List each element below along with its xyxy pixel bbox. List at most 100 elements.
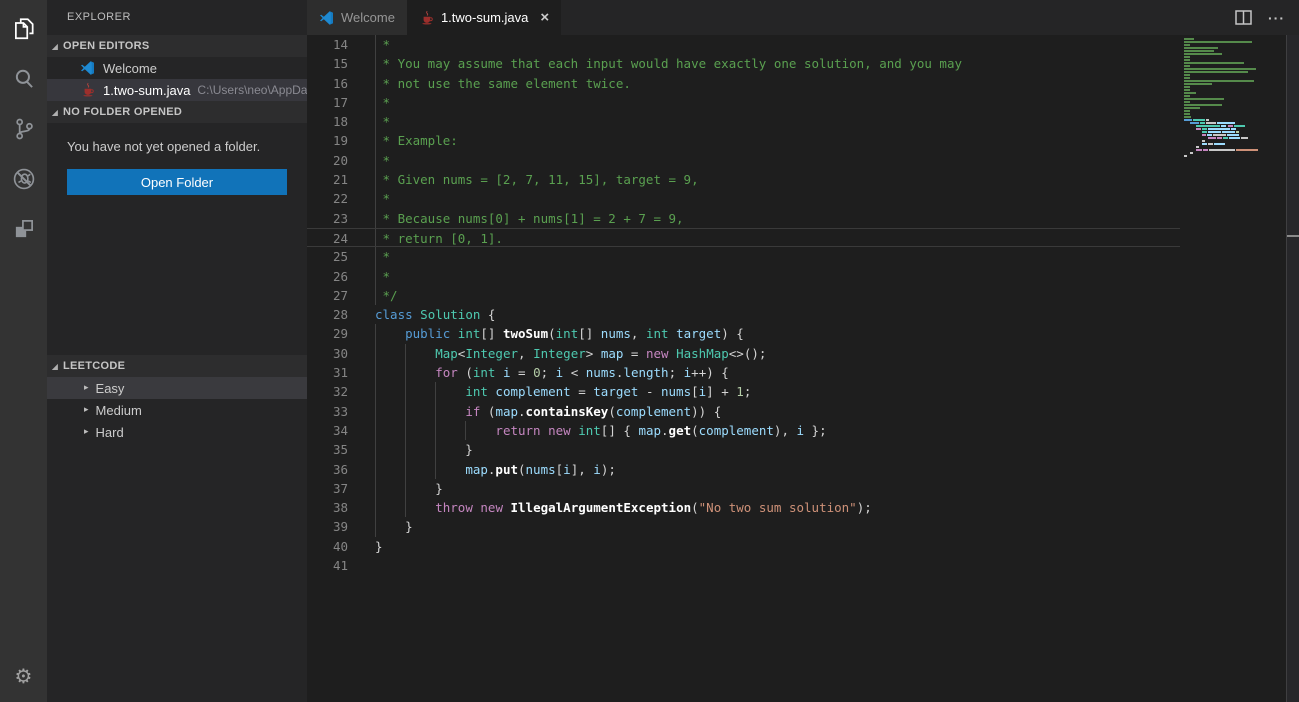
activity-search-button[interactable]: [0, 54, 47, 104]
code-line-38[interactable]: 38 throw new IllegalArgumentException("N…: [307, 498, 1180, 517]
vscode-icon: [80, 60, 96, 76]
line-number[interactable]: 19: [307, 131, 348, 150]
code-line-23[interactable]: 23 * Because nums[0] + nums[1] = 2 + 7 =…: [307, 209, 1180, 228]
code-text: int complement = target - nums[i] + 1;: [375, 382, 751, 401]
line-number[interactable]: 24: [307, 229, 348, 248]
leetcode-item-easy-label: Easy: [96, 381, 125, 396]
line-number[interactable]: 18: [307, 112, 348, 131]
split-editor-button[interactable]: [1235, 10, 1252, 25]
close-icon[interactable]: ×: [540, 10, 549, 25]
line-number[interactable]: 21: [307, 170, 348, 189]
section-no-folder-label: NO FOLDER OPENED: [63, 106, 182, 118]
minimap-row: [1180, 50, 1285, 52]
line-number[interactable]: 28: [307, 305, 348, 324]
line-number[interactable]: 17: [307, 93, 348, 112]
code-line-41[interactable]: 41: [307, 556, 1180, 575]
twistie-icon: ◢: [47, 362, 63, 371]
line-number[interactable]: 35: [307, 440, 348, 459]
section-open-editors[interactable]: ◢ OPEN EDITORS: [47, 35, 307, 57]
code-line-18[interactable]: 18 *: [307, 112, 1180, 131]
overview-ruler[interactable]: [1286, 35, 1299, 702]
code-line-27[interactable]: 27 */: [307, 286, 1180, 305]
java-icon: [80, 82, 96, 98]
code-line-14[interactable]: 14 *: [307, 35, 1180, 54]
line-number[interactable]: 14: [307, 35, 348, 54]
code-line-37[interactable]: 37 }: [307, 479, 1180, 498]
line-number[interactable]: 39: [307, 517, 348, 536]
code-line-28[interactable]: 28class Solution {: [307, 305, 1180, 324]
minimap-row: [1180, 116, 1285, 118]
editor-actions: ···: [1235, 0, 1299, 35]
line-number[interactable]: 23: [307, 209, 348, 228]
code-line-34[interactable]: 34 return new int[] { map.get(complement…: [307, 421, 1180, 440]
line-number[interactable]: 26: [307, 267, 348, 286]
line-number[interactable]: 30: [307, 344, 348, 363]
minimap-row: [1180, 59, 1285, 61]
code-text: public int[] twoSum(int[] nums, int targ…: [375, 324, 744, 343]
leetcode-item-hard[interactable]: ▸ Hard: [47, 421, 307, 443]
code-line-40[interactable]: 40}: [307, 537, 1180, 556]
tab-two-sum[interactable]: 1.two-sum.java ×: [407, 0, 561, 35]
activity-explorer-button[interactable]: [0, 4, 47, 54]
code-line-24[interactable]: 24 * return [0, 1].: [307, 228, 1180, 247]
code-line-21[interactable]: 21 * Given nums = [2, 7, 11, 15], target…: [307, 170, 1180, 189]
section-leetcode-label: LEETCODE: [63, 360, 125, 372]
code-line-16[interactable]: 16 * not use the same element twice.: [307, 74, 1180, 93]
code-line-39[interactable]: 39 }: [307, 517, 1180, 536]
line-number[interactable]: 33: [307, 402, 348, 421]
sidebar-explorer: EXPLORER ◢ OPEN EDITORS Welcome: [47, 0, 307, 702]
code-line-33[interactable]: 33 if (map.containsKey(complement)) {: [307, 402, 1180, 421]
line-number[interactable]: 36: [307, 460, 348, 479]
code-line-26[interactable]: 26 *: [307, 267, 1180, 286]
code-line-31[interactable]: 31 for (int i = 0; i < nums.length; i++)…: [307, 363, 1180, 382]
minimap-row: [1180, 80, 1285, 82]
code-line-17[interactable]: 17 *: [307, 93, 1180, 112]
leetcode-item-medium[interactable]: ▸ Medium: [47, 399, 307, 421]
activity-source-control-button[interactable]: [0, 104, 47, 154]
code-editor[interactable]: 14 *15 * You may assume that each input …: [307, 35, 1299, 702]
line-number[interactable]: 25: [307, 247, 348, 266]
line-number[interactable]: 29: [307, 324, 348, 343]
line-number[interactable]: 31: [307, 363, 348, 382]
sidebar-spacer: [47, 195, 307, 355]
code-line-35[interactable]: 35 }: [307, 440, 1180, 459]
minimap[interactable]: [1180, 38, 1285, 161]
minimap-row: [1180, 101, 1285, 103]
line-number[interactable]: 34: [307, 421, 348, 440]
code-line-30[interactable]: 30 Map<Integer, Integer> map = new HashM…: [307, 344, 1180, 363]
manage-button[interactable]: ⚙: [0, 656, 47, 696]
line-number[interactable]: 20: [307, 151, 348, 170]
line-number[interactable]: 16: [307, 74, 348, 93]
activity-debug-button[interactable]: [0, 154, 47, 204]
code-line-20[interactable]: 20 *: [307, 151, 1180, 170]
minimap-row: [1180, 152, 1285, 154]
line-number[interactable]: 38: [307, 498, 348, 517]
line-number[interactable]: 22: [307, 189, 348, 208]
section-leetcode[interactable]: ◢ LEETCODE: [47, 355, 307, 377]
code-text: */: [375, 286, 398, 305]
tab-welcome[interactable]: Welcome: [307, 0, 407, 35]
code-line-36[interactable]: 36 map.put(nums[i], i);: [307, 460, 1180, 479]
line-number[interactable]: 32: [307, 382, 348, 401]
code-line-19[interactable]: 19 * Example:: [307, 131, 1180, 150]
line-number[interactable]: 41: [307, 556, 348, 575]
open-folder-button[interactable]: Open Folder: [67, 169, 287, 195]
code-text: map.put(nums[i], i);: [375, 460, 616, 479]
code-line-15[interactable]: 15 * You may assume that each input woul…: [307, 54, 1180, 73]
code-line-32[interactable]: 32 int complement = target - nums[i] + 1…: [307, 382, 1180, 401]
line-number[interactable]: 37: [307, 479, 348, 498]
line-number[interactable]: 40: [307, 537, 348, 556]
open-editor-two-sum[interactable]: 1.two-sum.java C:\Users\neo\AppDa..: [47, 79, 307, 101]
line-number[interactable]: 15: [307, 54, 348, 73]
leetcode-item-easy[interactable]: ▸ Easy: [47, 377, 307, 399]
source-control-icon: [11, 116, 37, 142]
code-line-25[interactable]: 25 *: [307, 247, 1180, 266]
code-line-29[interactable]: 29 public int[] twoSum(int[] nums, int t…: [307, 324, 1180, 343]
code-line-22[interactable]: 22 *: [307, 189, 1180, 208]
more-actions-button[interactable]: ···: [1268, 10, 1285, 26]
line-number[interactable]: 27: [307, 286, 348, 305]
activity-extensions-button[interactable]: [0, 204, 47, 254]
twistie-icon: ◢: [47, 42, 63, 51]
section-no-folder[interactable]: ◢ NO FOLDER OPENED: [47, 101, 307, 123]
open-editor-welcome[interactable]: Welcome: [47, 57, 307, 79]
